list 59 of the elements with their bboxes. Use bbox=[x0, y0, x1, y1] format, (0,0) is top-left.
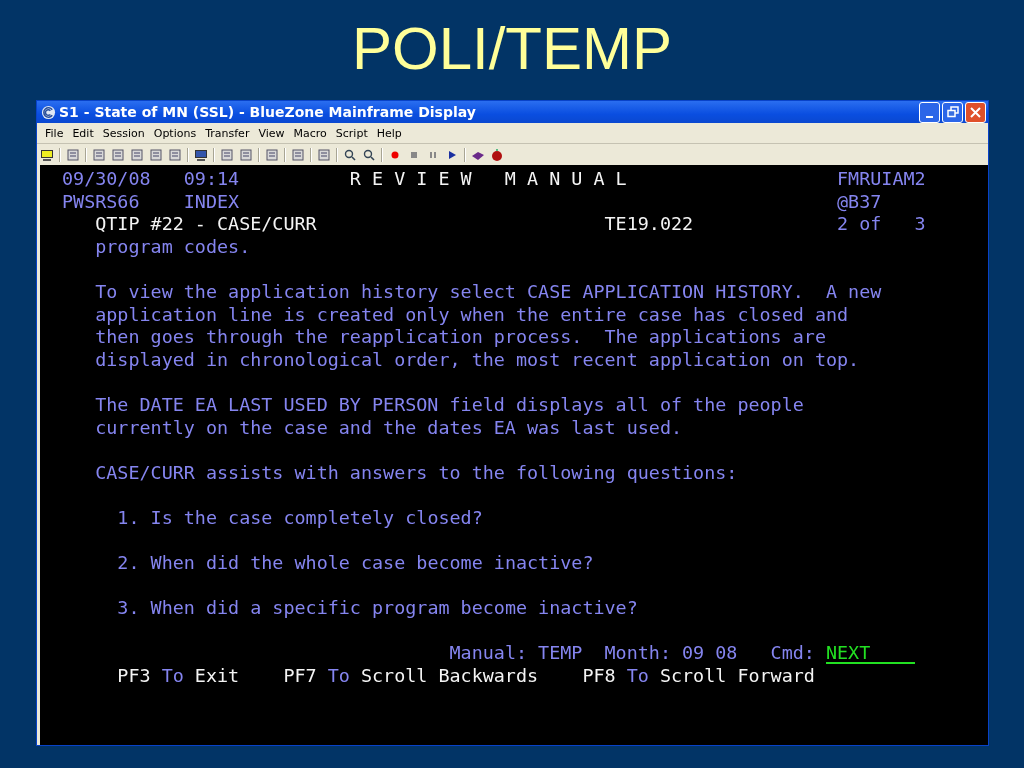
menu-item[interactable]: File bbox=[41, 126, 69, 140]
function-key-label: PF7 bbox=[283, 665, 317, 688]
paragraph-line: To view the application history select CASE APPLICATION HISTORY. A new bbox=[95, 280, 883, 304]
close-icon bbox=[970, 106, 981, 118]
menu-item[interactable]: Session bbox=[98, 126, 150, 140]
magnifier-icon[interactable] bbox=[362, 147, 376, 162]
function-key-label: PF3 bbox=[117, 665, 151, 688]
menu-item[interactable]: Script bbox=[331, 126, 373, 140]
topic-title: QTIP #22 - CASE/CURR bbox=[95, 213, 318, 236]
slide-title: POLI/TEMP bbox=[351, 14, 673, 84]
manual-value: TEMP bbox=[538, 642, 583, 666]
restore-icon bbox=[946, 106, 959, 118]
close-button[interactable] bbox=[965, 101, 986, 123]
command-field[interactable]: NEXT bbox=[825, 642, 915, 665]
paragraph-line: CASE/CURR assists with answers to the following questions: bbox=[95, 461, 739, 485]
function-key-label: PF8 bbox=[582, 665, 616, 688]
menu-item[interactable]: View bbox=[254, 126, 290, 140]
month-value: 09 08 bbox=[682, 642, 738, 666]
minimize-icon bbox=[926, 115, 933, 118]
question-text: 2. When did the whole case become inactive? bbox=[117, 552, 595, 575]
page-text: 2 of bbox=[837, 213, 883, 236]
question-text: 3. When did a specific program become inactive? bbox=[117, 597, 639, 620]
date-text: 09/30/08 bbox=[62, 168, 152, 191]
manual-label: Manual: bbox=[449, 642, 528, 666]
page-total: 3 bbox=[914, 213, 926, 236]
paragraph-line: displayed in chronological order, the most recent application on top. bbox=[95, 348, 861, 372]
screen-icon[interactable] bbox=[194, 147, 208, 162]
apple-icon[interactable] bbox=[490, 147, 504, 162]
paragraph-line: The DATE EA LAST USED BY PERSON field displays all of the people bbox=[95, 393, 805, 417]
screen-id: FMRUIAM2 bbox=[837, 168, 926, 191]
window-title: S1 - State of MN (SSL) - BlueZone Mainframe Display bbox=[59, 104, 477, 120]
menu-item[interactable]: Transfer bbox=[201, 126, 255, 140]
user-id: PWSRS66 bbox=[62, 190, 141, 214]
paragraph-line: program codes. bbox=[95, 235, 252, 259]
paragraph-line: currently on the case and the dates EA was last used. bbox=[95, 416, 684, 440]
swirl-icon bbox=[41, 104, 56, 120]
month-label: Month: bbox=[604, 642, 671, 666]
paragraph-line: application line is created only when the entire case has closed and bbox=[95, 303, 850, 327]
minimize-button[interactable] bbox=[919, 101, 940, 123]
restore-button[interactable] bbox=[942, 101, 963, 123]
to-text: To bbox=[626, 665, 649, 688]
menu-item[interactable]: Options bbox=[149, 126, 202, 140]
function-key-action: Exit bbox=[194, 665, 240, 688]
mode-text: INDEX bbox=[183, 190, 241, 214]
paragraph-line: then goes through the reapplication process. The applications are bbox=[95, 326, 827, 349]
menu-item[interactable]: Help bbox=[372, 126, 407, 140]
function-key-action: Scroll Forward bbox=[659, 665, 815, 688]
to-text: To bbox=[327, 665, 350, 688]
function-key-action: Scroll Backwards bbox=[360, 665, 539, 688]
question-text: 1. Is the case completely closed? bbox=[117, 506, 484, 530]
to-text: To bbox=[161, 665, 184, 688]
command-label: Cmd: bbox=[770, 642, 815, 666]
location-code: @B37 bbox=[837, 190, 882, 214]
menu-item[interactable]: Macro bbox=[289, 126, 332, 140]
time-text: 09:14 bbox=[183, 168, 241, 191]
reference-code: TE19.022 bbox=[604, 213, 695, 236]
menu-item[interactable]: Edit bbox=[68, 126, 99, 140]
monitor-icon[interactable] bbox=[40, 147, 54, 162]
screen-title: R E V I E W M A N U A L bbox=[349, 168, 628, 191]
